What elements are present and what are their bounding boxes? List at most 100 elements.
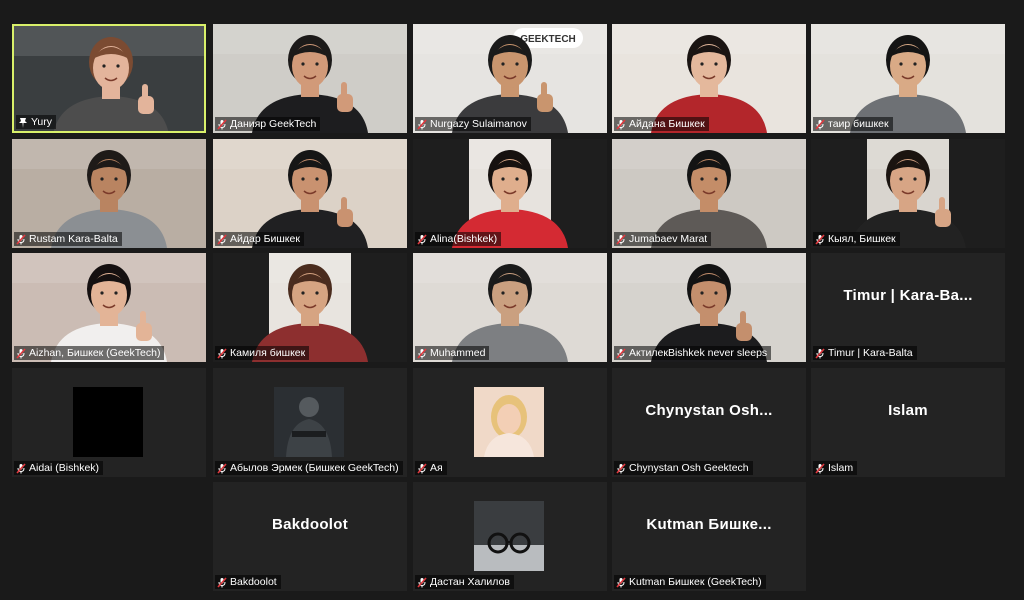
participant-name: Rustam Kara-Balta (29, 233, 118, 245)
participant-name: Jumabaev Marat (629, 233, 708, 245)
muted-mic-icon[interactable] (16, 347, 26, 359)
participant-tile[interactable]: Bakdoolot Bakdoolot (213, 482, 407, 591)
name-caption: таир бишкек (813, 117, 893, 131)
participant-tile[interactable]: GEEKTECH Nurgazy Sulaimanov (413, 24, 607, 133)
participant-name: Aizhan, Бишкек (GeekTech) (29, 347, 161, 359)
participant-tile[interactable]: Данияр GeekTech (213, 24, 407, 133)
participant-tile[interactable]: таир бишкек (811, 24, 1005, 133)
muted-mic-icon[interactable] (217, 347, 227, 359)
name-caption: Rustam Kara-Balta (14, 232, 122, 246)
participant-name: Nurgazy Sulaimanov (430, 118, 527, 130)
muted-mic-icon[interactable] (417, 233, 427, 245)
participant-tile[interactable]: Rustam Kara-Balta (12, 139, 206, 248)
participant-name: Айдар Бишкек (230, 233, 300, 245)
name-caption: Nurgazy Sulaimanov (415, 117, 531, 131)
participant-name: Kutman Бишкек (GeekTech) (629, 576, 762, 588)
participant-tile[interactable]: Muhammed (413, 253, 607, 362)
name-caption: Alina(Bishkek) (415, 232, 502, 246)
name-caption: Muhammed (415, 346, 490, 360)
name-caption: Jumabaev Marat (614, 232, 712, 246)
name-caption: Chynystan Osh Geektech (614, 461, 753, 475)
muted-mic-icon[interactable] (815, 347, 825, 359)
profile-picture (274, 387, 344, 457)
muted-mic-icon[interactable] (616, 576, 626, 588)
participant-tile[interactable]: Timur | Kara-Ba... Timur | Kara-Balta (811, 253, 1005, 362)
name-caption: Ая (415, 461, 447, 475)
participant-tile[interactable]: Yury (12, 24, 206, 133)
muted-mic-icon[interactable] (417, 462, 427, 474)
muted-mic-icon[interactable] (217, 118, 227, 130)
participant-tile[interactable]: Aidai (Bishkek) (12, 368, 206, 477)
name-caption: АктилекBishkek never sleeps (614, 346, 772, 360)
muted-mic-icon[interactable] (616, 233, 626, 245)
muted-mic-icon[interactable] (217, 576, 227, 588)
name-caption: Айдар Бишкек (215, 232, 304, 246)
host-pin-icon (19, 117, 27, 128)
muted-mic-icon[interactable] (16, 462, 26, 474)
profile-picture (474, 387, 544, 457)
muted-mic-icon[interactable] (417, 347, 427, 359)
participant-tile[interactable]: Jumabaev Marat (612, 139, 806, 248)
name-caption: Абылов Эрмек (Бишкек GeekTech) (215, 461, 403, 475)
name-caption: Aizhan, Бишкек (GeekTech) (14, 346, 165, 360)
participant-tile[interactable]: Айдар Бишкек (213, 139, 407, 248)
participant-tile[interactable]: Islam Islam (811, 368, 1005, 477)
muted-mic-icon[interactable] (616, 462, 626, 474)
profile-picture (474, 501, 544, 571)
svg-text:GEEKTECH: GEEKTECH (520, 34, 576, 45)
participant-tile[interactable]: Камиля бишкек (213, 253, 407, 362)
participant-tile[interactable]: Айдана Бишкек (612, 24, 806, 133)
name-caption: Bakdoolot (215, 575, 281, 589)
participant-name: таир бишкек (828, 118, 889, 130)
muted-mic-icon[interactable] (616, 347, 626, 359)
participant-display-name: Chynystan Osh... (645, 402, 773, 419)
participant-name: АктилекBishkek never sleeps (629, 347, 768, 359)
participant-name: Ая (430, 462, 443, 474)
name-caption: Islam (813, 461, 858, 475)
name-caption: Timur | Kara-Balta (813, 346, 917, 360)
profile-picture (73, 387, 143, 457)
name-caption: Дастан Халилов (415, 575, 514, 589)
muted-mic-icon[interactable] (417, 118, 427, 130)
muted-mic-icon[interactable] (217, 462, 227, 474)
muted-mic-icon[interactable] (417, 576, 427, 588)
participant-tile[interactable]: Ая (413, 368, 607, 477)
muted-mic-icon[interactable] (815, 233, 825, 245)
participant-tile[interactable]: Абылов Эрмек (Бишкек GeekTech) (213, 368, 407, 477)
participant-name: Chynystan Osh Geektech (629, 462, 749, 474)
participant-tile[interactable]: АктилекBishkek never sleeps (612, 253, 806, 362)
name-caption: Айдана Бишкек (614, 117, 709, 131)
participant-name: Камиля бишкек (230, 347, 306, 359)
participant-display-name: Kutman Бишке... (646, 516, 772, 533)
participant-name: Timur | Kara-Balta (828, 347, 913, 359)
name-caption: Kutman Бишкек (GeekTech) (614, 575, 766, 589)
participant-name: Дастан Халилов (430, 576, 510, 588)
participant-name: Айдана Бишкек (629, 118, 705, 130)
participant-name: Yury (31, 116, 53, 128)
muted-mic-icon[interactable] (16, 233, 26, 245)
participant-display-name: Islam (888, 402, 928, 419)
participant-display-name: Bakdoolot (271, 516, 349, 533)
participant-display-name: Timur | Kara-Ba... (843, 287, 973, 304)
participant-tile[interactable]: Aizhan, Бишкек (GeekTech) (12, 253, 206, 362)
name-caption: Данияр GeekTech (215, 117, 321, 131)
muted-mic-icon[interactable] (616, 118, 626, 130)
name-caption: Кыял, Бишкек (813, 232, 900, 246)
name-caption: Yury (16, 115, 57, 129)
participant-name: Кыял, Бишкек (828, 233, 896, 245)
participant-name: Абылов Эрмек (Бишкек GeekTech) (230, 462, 399, 474)
name-caption: Aidai (Bishkek) (14, 461, 104, 475)
muted-mic-icon[interactable] (815, 462, 825, 474)
participant-name: Aidai (Bishkek) (29, 462, 100, 474)
participant-tile[interactable]: Kutman Бишке... Kutman Бишкек (GeekTech) (612, 482, 806, 591)
participant-tile[interactable]: Chynystan Osh... Chynystan Osh Geektech (612, 368, 806, 477)
muted-mic-icon[interactable] (815, 118, 825, 130)
participant-name: Muhammed (430, 347, 486, 359)
participant-tile[interactable]: Alina(Bishkek) (413, 139, 607, 248)
participant-name: Данияр GeekTech (230, 118, 317, 130)
muted-mic-icon[interactable] (217, 233, 227, 245)
participant-tile[interactable]: Кыял, Бишкек (811, 139, 1005, 248)
name-caption: Камиля бишкек (215, 346, 310, 360)
participant-tile[interactable]: Дастан Халилов (413, 482, 607, 591)
participant-name: Alina(Bishkek) (430, 233, 498, 245)
